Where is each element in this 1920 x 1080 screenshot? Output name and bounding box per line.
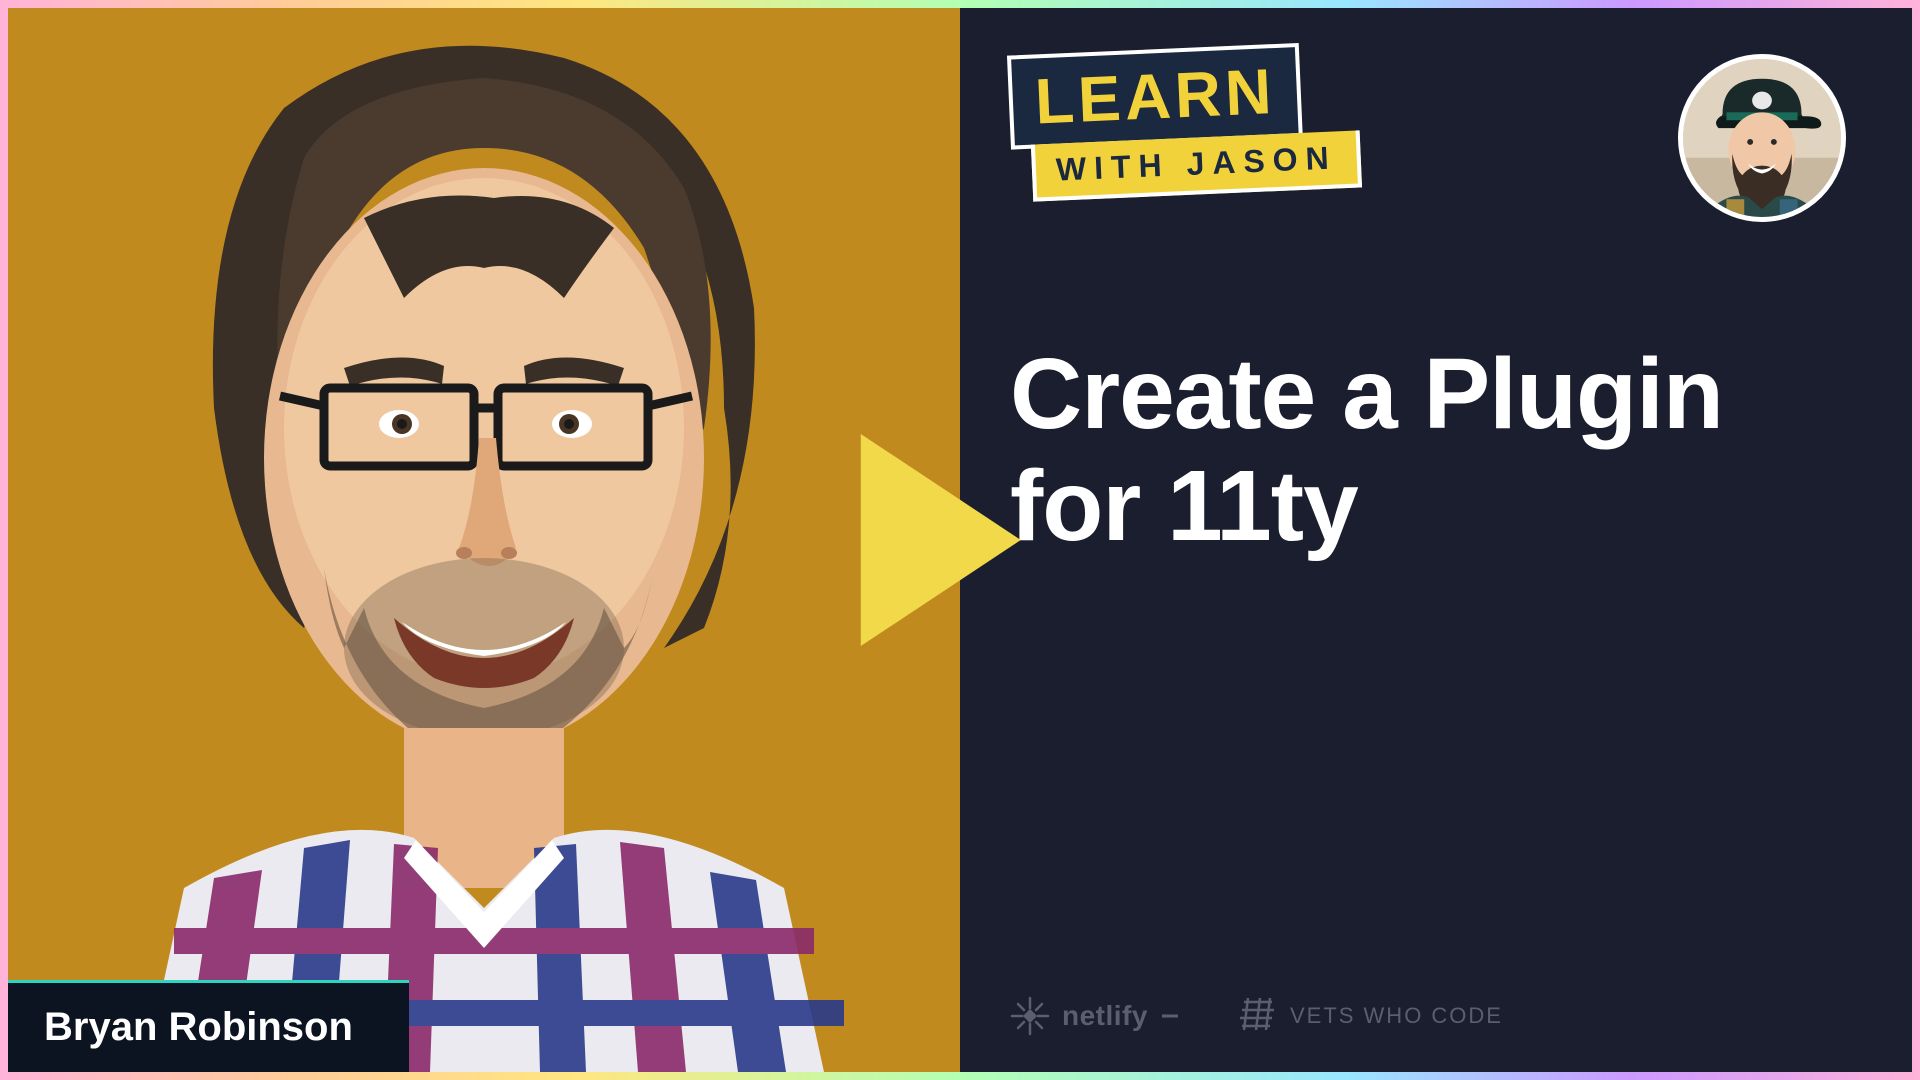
sponsor-vwc-label: VETS WHO CODE	[1290, 1003, 1503, 1029]
host-avatar	[1678, 54, 1846, 222]
sponsor-netlify-label: netlify	[1062, 1000, 1148, 1032]
thumbnail-container: Bryan Robinson LEARN WITH JASON	[8, 8, 1912, 1072]
guest-headshot	[8, 8, 960, 1072]
dash-icon	[1160, 1001, 1180, 1031]
show-logo: LEARN WITH JASON	[1007, 40, 1362, 202]
play-button[interactable]	[861, 434, 1021, 646]
sponsor-netlify: netlify	[1010, 996, 1180, 1036]
sponsors-row: netlify	[1010, 996, 1503, 1036]
vets-who-code-icon	[1234, 996, 1278, 1036]
play-icon	[861, 434, 1021, 646]
episode-title: Create a Plugin for 11ty	[1010, 338, 1852, 562]
sponsor-vets-who-code: VETS WHO CODE	[1234, 996, 1503, 1036]
netlify-icon	[1010, 996, 1050, 1036]
guest-photo-panel: Bryan Robinson	[8, 8, 960, 1072]
info-panel: LEARN WITH JASON	[960, 8, 1912, 1072]
logo-line-1: LEARN	[1007, 43, 1303, 150]
gradient-border: Bryan Robinson LEARN WITH JASON	[0, 0, 1920, 1080]
guest-name: Bryan Robinson	[44, 1005, 353, 1050]
guest-name-badge: Bryan Robinson	[8, 980, 409, 1072]
